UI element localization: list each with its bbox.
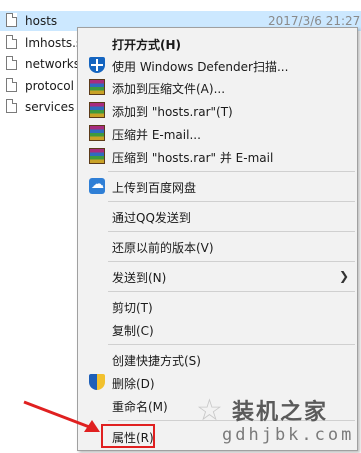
baidu-cloud-icon — [89, 177, 105, 194]
menu-separator — [108, 261, 355, 262]
file-icon — [6, 78, 17, 92]
menu-item-open-with[interactable]: 打开方式(H) — [80, 32, 355, 54]
winrar-icon — [89, 125, 105, 141]
winrar-icon — [89, 148, 105, 164]
menu-separator — [108, 231, 355, 232]
menu-item-label: 压缩并 E-mail... — [112, 128, 201, 142]
file-date: 2017/3/6 21:27 — [268, 14, 361, 28]
file-name: services — [25, 100, 75, 114]
menu-item-label: 复制(C) — [112, 324, 154, 338]
menu-item-label: 创建快捷方式(S) — [112, 354, 201, 368]
highlight-box — [101, 424, 155, 448]
menu-item-label: 重命名(M) — [112, 400, 168, 414]
menu-item-defender-scan[interactable]: 使用 Windows Defender扫描... — [80, 54, 355, 76]
menu-item-restore-version[interactable]: 还原以前的版本(V) — [80, 235, 355, 257]
file-name: lmhosts.s — [25, 36, 83, 50]
menu-item-label: 上传到百度网盘 — [112, 181, 197, 195]
file-icon — [6, 13, 17, 27]
menu-item-compress-rar-email[interactable]: 压缩到 "hosts.rar" 并 E-mail — [80, 145, 355, 167]
winrar-icon — [89, 79, 105, 95]
menu-item-delete[interactable]: 删除(D) — [80, 371, 355, 393]
red-arrow-icon — [23, 400, 100, 432]
file-name: networks — [25, 57, 80, 71]
menu-item-send-to[interactable]: 发送到(N) ❯ — [80, 265, 355, 287]
menu-item-label: 剪切(T) — [112, 301, 153, 315]
menu-item-create-shortcut[interactable]: 创建快捷方式(S) — [80, 348, 355, 370]
file-icon — [6, 35, 17, 49]
file-name: protocol — [25, 79, 74, 93]
menu-item-upload-baidu[interactable]: 上传到百度网盘 — [80, 175, 355, 197]
menu-item-send-qq[interactable]: 通过QQ发送到 — [80, 205, 355, 227]
menu-item-add-archive[interactable]: 添加到压缩文件(A)... — [80, 76, 355, 98]
menu-item-copy[interactable]: 复制(C) — [80, 318, 355, 340]
defender-shield-icon — [89, 57, 105, 73]
menu-item-label: 打开方式(H) — [112, 38, 182, 52]
menu-item-label: 还原以前的版本(V) — [112, 241, 214, 255]
menu-item-label: 删除(D) — [112, 377, 155, 391]
chevron-right-icon: ❯ — [338, 269, 349, 283]
menu-item-compress-email[interactable]: 压缩并 E-mail... — [80, 122, 355, 144]
watermark-star-icon: ☆ — [196, 393, 223, 428]
winrar-icon — [89, 102, 105, 118]
file-icon — [6, 99, 17, 113]
watermark-title: 装机之家 — [232, 400, 329, 425]
menu-item-cut[interactable]: 剪切(T) — [80, 295, 355, 317]
menu-separator — [108, 291, 355, 292]
menu-separator — [108, 201, 355, 202]
menu-item-label: 添加到 "hosts.rar"(T) — [112, 105, 233, 119]
menu-separator — [108, 171, 355, 172]
context-menu: 打开方式(H) 使用 Windows Defender扫描... 添加到压缩文件… — [77, 27, 358, 451]
menu-item-label: 使用 Windows Defender扫描... — [112, 60, 289, 74]
menu-separator — [108, 344, 355, 345]
menu-item-label: 发送到(N) — [112, 271, 167, 285]
file-name: hosts — [25, 14, 58, 28]
menu-item-add-rar[interactable]: 添加到 "hosts.rar"(T) — [80, 99, 355, 121]
menu-item-label: 通过QQ发送到 — [112, 211, 191, 225]
menu-item-label: 压缩到 "hosts.rar" 并 E-mail — [112, 151, 274, 165]
menu-item-label: 添加到压缩文件(A)... — [112, 82, 226, 96]
file-icon — [6, 56, 17, 70]
uac-shield-icon — [89, 374, 105, 390]
watermark-url: gdhjbk.com — [222, 425, 355, 445]
